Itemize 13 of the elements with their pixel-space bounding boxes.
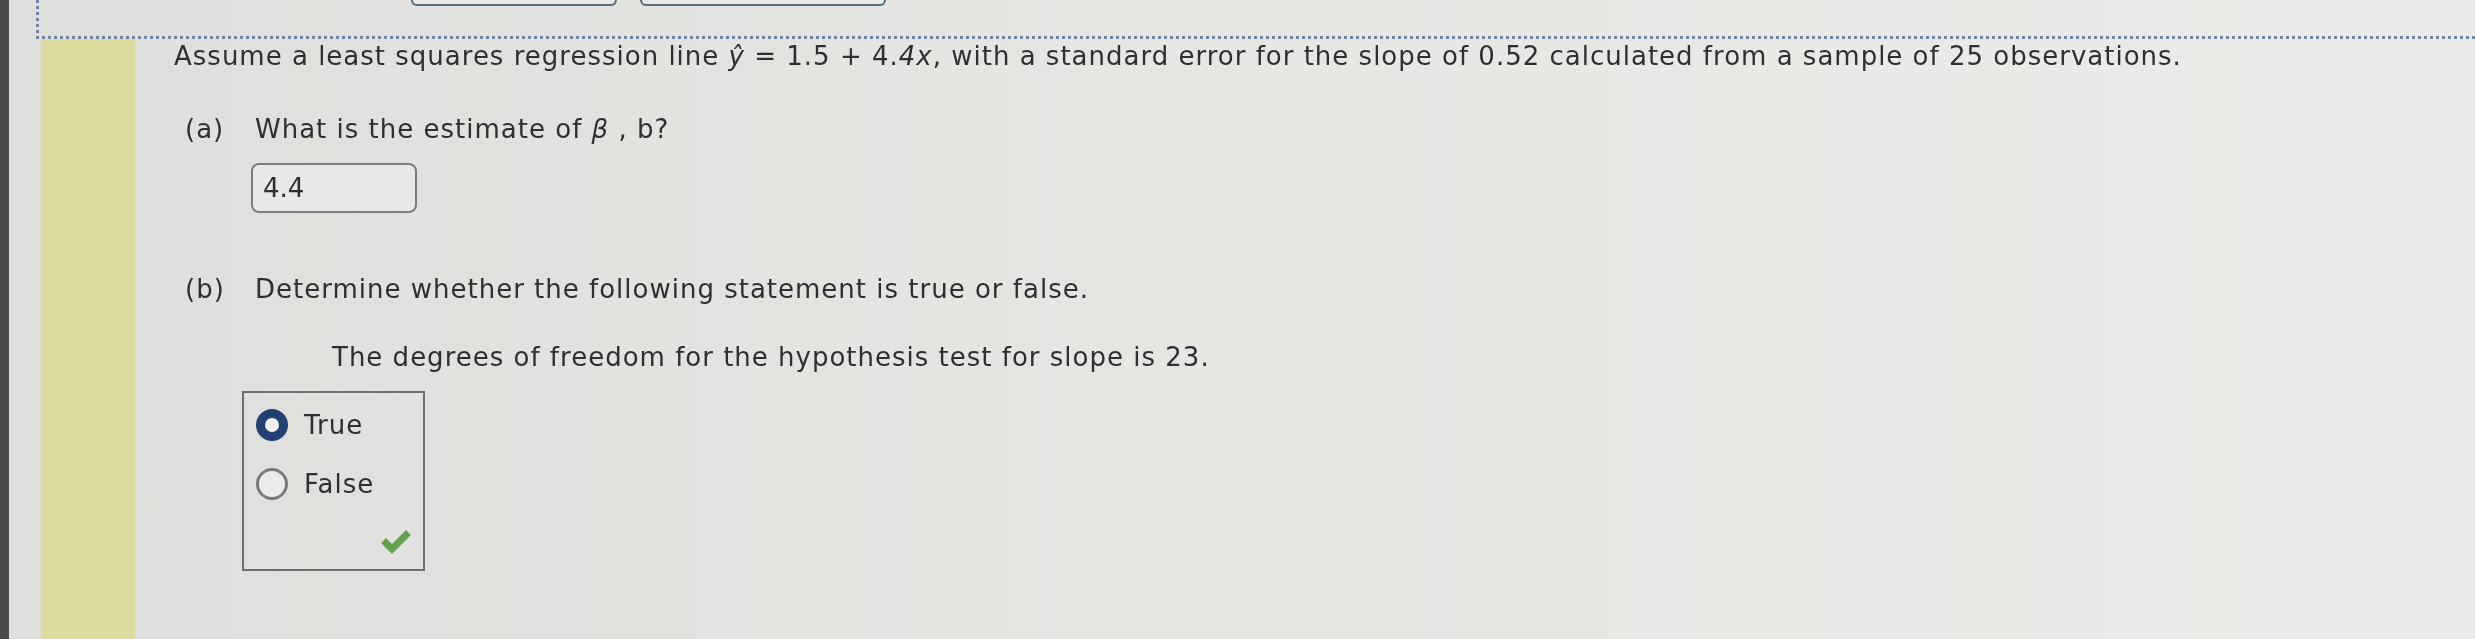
toolbar-button[interactable] [640,0,886,6]
radio-button[interactable] [256,409,288,441]
toolbar-button[interactable] [411,0,617,6]
statement-text: The degrees of freedom for the hypothesis test for slope is 23. [332,341,1211,374]
question-prompt: What is the estimate of β , b? [255,113,670,146]
question-prompt: Determine whether the following statement is true or false. [255,273,1089,306]
part-label: (a) [185,113,226,146]
radio-button[interactable] [256,468,288,500]
option-label: True [304,409,364,442]
question-text: Assume a least squares regression line ŷ = 1.5 + 4.4x, with a standard error for the slope of 0.52 calculated from a sample of 25 observations. [174,40,2183,73]
option-label: False [304,468,375,501]
answer-field[interactable]: 4.4 [251,163,417,213]
part-label: (b) [185,273,226,306]
